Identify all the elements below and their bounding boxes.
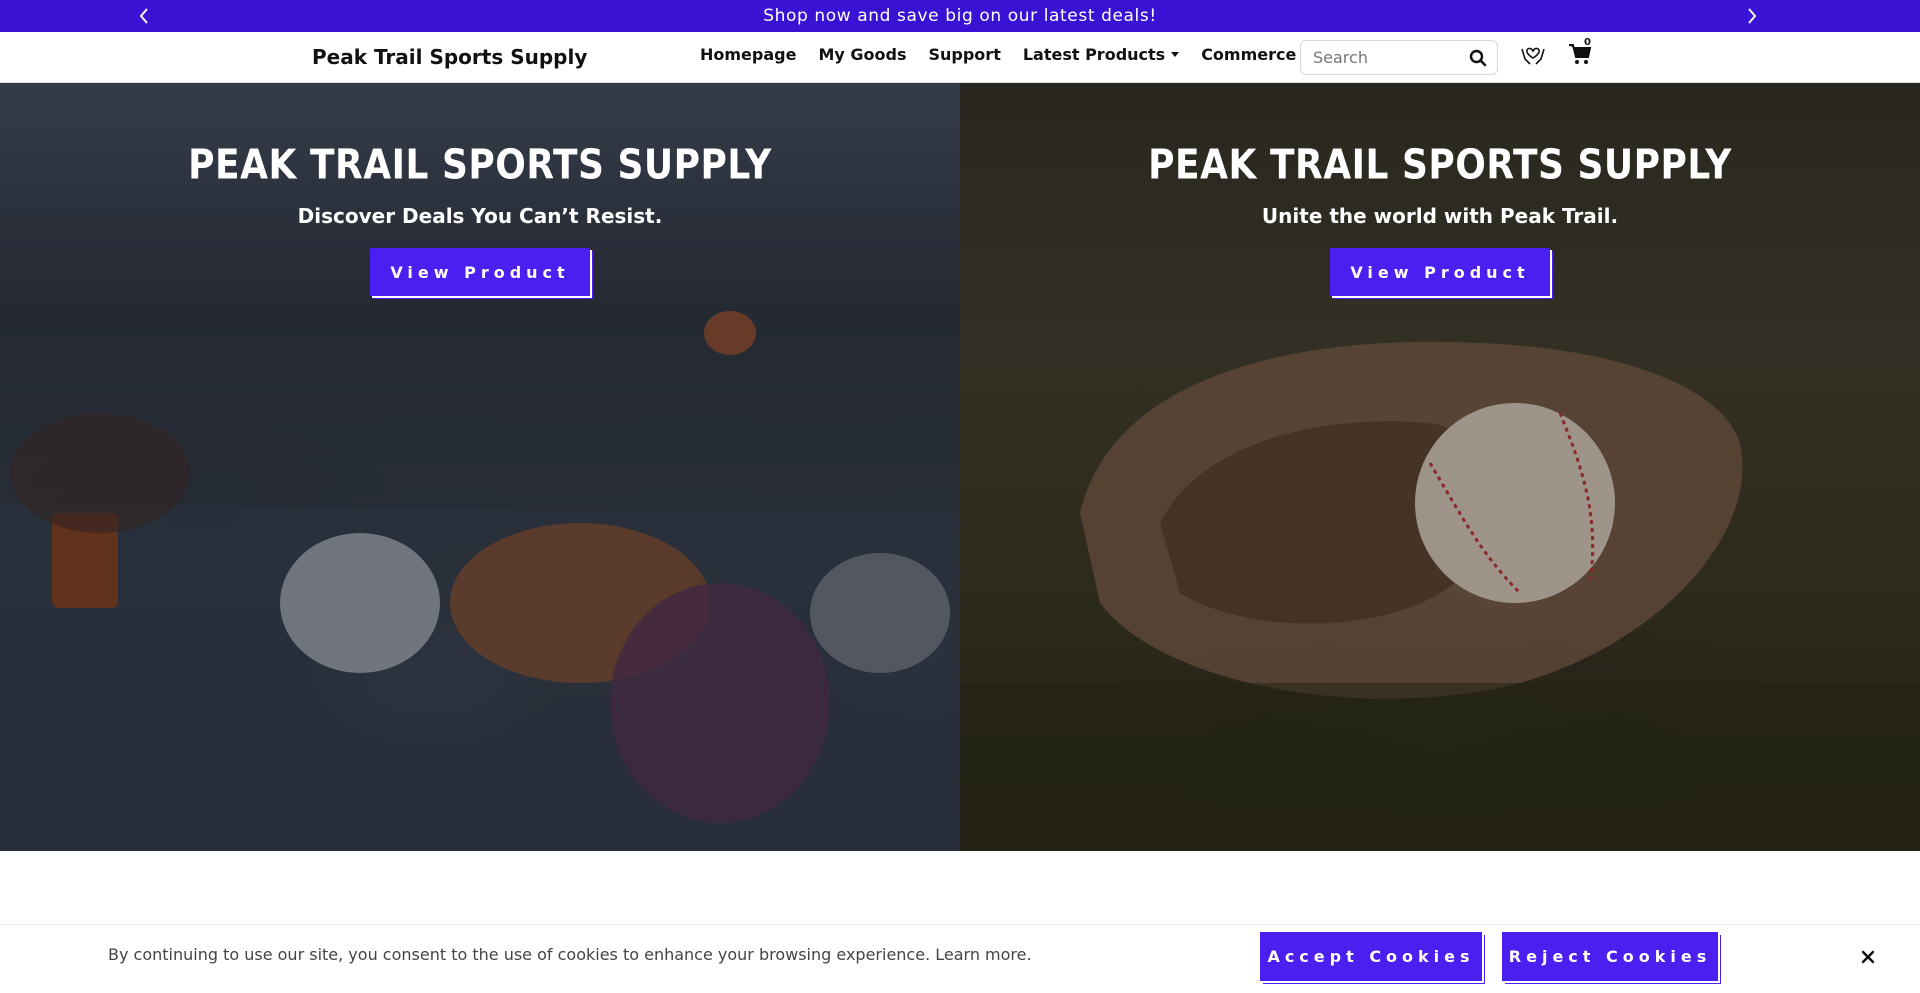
- hero-slide-baseball: PEAK TRAIL SPORTS SUPPLY Unite the world…: [960, 83, 1920, 851]
- search-box: [1300, 40, 1498, 75]
- hero-content: PEAK TRAIL SPORTS SUPPLY Discover Deals …: [0, 141, 960, 296]
- hero-title: PEAK TRAIL SPORTS SUPPLY: [188, 141, 772, 190]
- cookie-message: By continuing to use our site, you conse…: [108, 945, 1032, 964]
- hero-content: PEAK TRAIL SPORTS SUPPLY Unite the world…: [960, 141, 1920, 296]
- chevron-left-icon: [139, 8, 148, 24]
- nav-support[interactable]: Support: [928, 45, 1000, 64]
- view-product-button[interactable]: View Product: [370, 248, 590, 296]
- accept-cookies-button[interactable]: Accept Cookies: [1260, 932, 1482, 981]
- hands-heart-icon: [1521, 47, 1545, 65]
- nav-label: Commerce: [1201, 45, 1297, 64]
- cart-count-badge: 0: [1584, 37, 1591, 48]
- announcement-next-button[interactable]: [1736, 0, 1768, 32]
- nav-label: Homepage: [700, 45, 797, 64]
- nav-latest-products[interactable]: Latest Products: [1022, 45, 1180, 64]
- hero-title: PEAK TRAIL SPORTS SUPPLY: [1148, 141, 1732, 190]
- nav-label: My Goods: [818, 45, 907, 64]
- announcement-text: Shop now and save big on our latest deal…: [763, 6, 1157, 26]
- close-icon: [1861, 950, 1875, 964]
- hero-section: PEAK TRAIL SPORTS SUPPLY Discover Deals …: [0, 83, 1920, 851]
- cookie-banner: By continuing to use our site, you conse…: [0, 924, 1920, 993]
- main-nav: Homepage My Goods Support Latest Product…: [700, 45, 1296, 64]
- announcement-prev-button[interactable]: [128, 0, 160, 32]
- learn-more-link[interactable]: Learn more.: [935, 945, 1031, 964]
- search-input[interactable]: [1301, 41, 1461, 74]
- search-button[interactable]: [1469, 49, 1487, 71]
- announcement-bar: Shop now and save big on our latest deal…: [0, 0, 1920, 32]
- chevron-right-icon: [1748, 8, 1757, 24]
- nav-commerce[interactable]: Commerce: [1201, 45, 1296, 64]
- nav-label: Support: [928, 45, 1001, 64]
- reject-cookies-button[interactable]: Reject Cookies: [1502, 932, 1718, 981]
- hero-subtitle: Unite the world with Peak Trail.: [1261, 204, 1619, 228]
- cookie-close-button[interactable]: [1860, 949, 1876, 969]
- site-header: Peak Trail Sports Supply Homepage My Goo…: [0, 32, 1920, 83]
- nav-homepage[interactable]: Homepage: [700, 45, 796, 64]
- cookie-text: By continuing to use our site, you conse…: [108, 945, 931, 964]
- nav-my-goods[interactable]: My Goods: [818, 45, 906, 64]
- nav-label: Latest Products: [1022, 45, 1166, 64]
- hero-slide-climbing: PEAK TRAIL SPORTS SUPPLY Discover Deals …: [0, 83, 960, 851]
- cart-button[interactable]: 0: [1568, 37, 1592, 70]
- view-product-button[interactable]: View Product: [1330, 248, 1550, 296]
- wishlist-button[interactable]: [1520, 43, 1546, 71]
- search-icon: [1469, 49, 1487, 67]
- hero-subtitle: Discover Deals You Can’t Resist.: [297, 204, 663, 228]
- brand-logo[interactable]: Peak Trail Sports Supply: [312, 45, 587, 69]
- caret-down-icon: [1171, 52, 1180, 57]
